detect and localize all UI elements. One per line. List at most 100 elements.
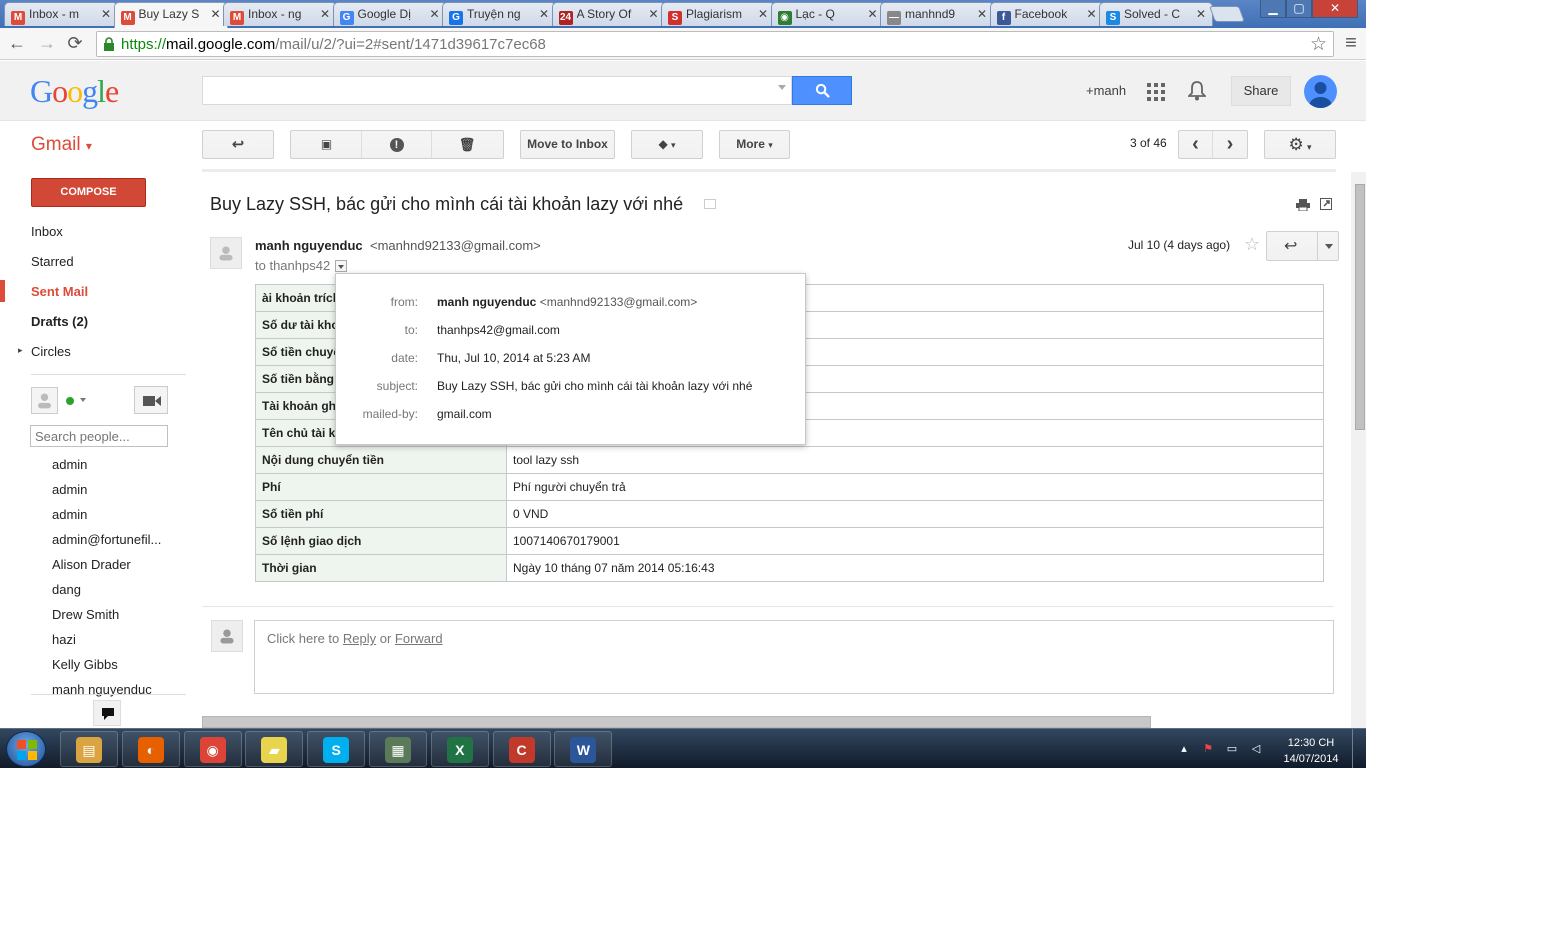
contact-item[interactable]: admin: [52, 482, 87, 497]
older-button[interactable]: ›: [1213, 131, 1247, 158]
caret-right-icon[interactable]: ▸: [18, 345, 23, 356]
label-indicator-icon[interactable]: [704, 199, 716, 209]
browser-tab[interactable]: M Inbox - m ✕: [4, 2, 118, 26]
horizontal-scrollbar[interactable]: [202, 716, 1151, 728]
volume-icon[interactable]: ◁: [1249, 742, 1263, 756]
compose-button[interactable]: COMPOSE: [31, 178, 146, 207]
reply-link[interactable]: Reply: [343, 631, 376, 646]
chevron-down-icon[interactable]: [80, 398, 86, 402]
share-button[interactable]: Share: [1231, 76, 1291, 106]
browser-tab[interactable]: S Plagiarism ✕: [661, 2, 775, 26]
move-to-inbox-button[interactable]: Move to Inbox: [520, 130, 615, 159]
contact-item[interactable]: Kelly Gibbs: [52, 657, 118, 672]
taskbar-app-skype[interactable]: S: [307, 731, 366, 767]
taskbar-app-firefox[interactable]: ◐: [121, 731, 180, 767]
gmail-menu-label[interactable]: Gmail ▾: [31, 134, 92, 156]
chrome-menu-icon[interactable]: ≡: [1340, 33, 1362, 55]
forward-arrow-icon[interactable]: →: [36, 33, 58, 55]
account-avatar[interactable]: [1304, 75, 1337, 108]
maximize-button[interactable]: ▢: [1286, 0, 1312, 18]
nav-item-inbox[interactable]: Inbox: [31, 224, 63, 239]
browser-tab[interactable]: f Facebook ✕: [989, 2, 1104, 26]
close-tab-icon[interactable]: ✕: [758, 7, 768, 21]
contact-item[interactable]: admin: [52, 507, 87, 522]
vertical-scrollbar-thumb[interactable]: [1355, 184, 1365, 430]
close-tab-icon[interactable]: ✕: [867, 7, 877, 21]
back-arrow-icon[interactable]: ←: [6, 33, 28, 55]
nav-item-drafts[interactable]: Drafts (2): [31, 314, 88, 329]
network-icon[interactable]: ▭: [1225, 742, 1239, 756]
browser-tab[interactable]: ◉ Lạc - Q ✕: [770, 2, 885, 26]
delete-button[interactable]: 🗑: [432, 131, 502, 158]
reply-button[interactable]: ↩: [1266, 231, 1339, 261]
contact-item[interactable]: dang: [52, 582, 81, 597]
browser-tab[interactable]: G Truyện ng ✕: [442, 2, 556, 26]
more-button[interactable]: More ▾: [719, 130, 790, 159]
search-people-input[interactable]: [30, 425, 168, 447]
close-tab-icon[interactable]: ✕: [648, 7, 658, 21]
start-button[interactable]: [6, 731, 46, 767]
newer-button[interactable]: ‹: [1179, 131, 1213, 158]
taskbar-app-sticky-notes[interactable]: ▰: [245, 731, 304, 767]
browser-tab[interactable]: S Solved - C ✕: [1099, 2, 1213, 26]
contact-item[interactable]: admin@fortunefil...: [52, 532, 161, 547]
nav-item-sent-mail[interactable]: Sent Mail: [31, 284, 88, 299]
taskbar-app-explorer[interactable]: ▤: [60, 731, 118, 767]
search-input[interactable]: [202, 76, 792, 105]
close-tab-icon[interactable]: ✕: [101, 7, 111, 21]
contact-item[interactable]: Drew Smith: [52, 607, 119, 622]
new-tab-button[interactable]: [1209, 6, 1245, 22]
new-window-icon[interactable]: [1320, 198, 1332, 210]
archive-button[interactable]: ▣: [292, 131, 362, 158]
show-details-button[interactable]: [335, 260, 347, 272]
close-tab-icon[interactable]: ✕: [210, 7, 220, 21]
reply-options-button[interactable]: [1317, 232, 1339, 260]
search-button[interactable]: [792, 76, 852, 105]
action-center-flag-icon[interactable]: ⚑: [1201, 742, 1215, 756]
forward-link[interactable]: Forward: [395, 631, 443, 646]
video-call-button[interactable]: [134, 386, 168, 414]
chat-status-icon[interactable]: [66, 397, 74, 405]
nav-item-circles[interactable]: Circles: [31, 344, 71, 359]
browser-tab[interactable]: 24 A Story Of ✕: [551, 2, 666, 26]
report-spam-button[interactable]: !: [362, 131, 432, 158]
close-window-button[interactable]: ✕: [1312, 0, 1358, 18]
browser-tab[interactable]: M Buy Lazy S ✕: [113, 2, 228, 28]
browser-tab[interactable]: — manhnd9 ✕: [880, 2, 994, 26]
star-icon[interactable]: ☆: [1244, 234, 1260, 255]
contact-item[interactable]: Alison Drader: [52, 557, 131, 572]
browser-tab[interactable]: M Inbox - ng ✕: [223, 2, 337, 26]
chat-user-avatar[interactable]: [31, 387, 58, 414]
taskbar-app-chrome[interactable]: ◉: [183, 731, 242, 767]
reply-box[interactable]: Click here to Reply or Forward: [254, 620, 1334, 694]
address-bar[interactable]: https://mail.google.com/mail/u/2/?ui=2#s…: [96, 31, 1334, 57]
plus-name-link[interactable]: +manh: [1086, 83, 1126, 98]
close-tab-icon[interactable]: ✕: [977, 7, 987, 21]
taskbar-app-word[interactable]: W: [554, 731, 613, 767]
google-logo[interactable]: Google: [30, 73, 119, 110]
taskbar-app-excel[interactable]: X: [430, 731, 489, 767]
close-tab-icon[interactable]: ✕: [1196, 7, 1206, 21]
sender-avatar[interactable]: [210, 237, 242, 269]
back-to-sent-button[interactable]: ↩: [202, 130, 274, 159]
apps-grid-icon[interactable]: [1147, 83, 1165, 101]
system-clock[interactable]: 12:30 CH 14/07/2014: [1278, 735, 1344, 767]
browser-tab[interactable]: G Google Dị ✕: [332, 2, 447, 26]
labels-button[interactable]: ◆ ▾: [631, 130, 703, 159]
contact-item[interactable]: admin: [52, 457, 87, 472]
taskbar-app-ccleaner[interactable]: C: [492, 731, 551, 767]
chat-toggle-button[interactable]: [93, 700, 121, 726]
taskbar-app-task-manager[interactable]: ▦: [369, 731, 427, 767]
close-tab-icon[interactable]: ✕: [539, 7, 549, 21]
search-dropdown-icon[interactable]: [778, 85, 786, 90]
show-desktop-button[interactable]: [1352, 729, 1366, 768]
bell-icon[interactable]: [1188, 81, 1206, 101]
close-tab-icon[interactable]: ✕: [1086, 7, 1096, 21]
print-icon[interactable]: [1296, 199, 1310, 211]
minimize-button[interactable]: ▁: [1260, 0, 1286, 18]
contact-item[interactable]: hazi: [52, 632, 76, 647]
tray-overflow-icon[interactable]: ▴: [1177, 742, 1191, 756]
close-tab-icon[interactable]: ✕: [320, 7, 330, 21]
reload-icon[interactable]: ⟳: [64, 33, 86, 55]
close-tab-icon[interactable]: ✕: [429, 7, 439, 21]
